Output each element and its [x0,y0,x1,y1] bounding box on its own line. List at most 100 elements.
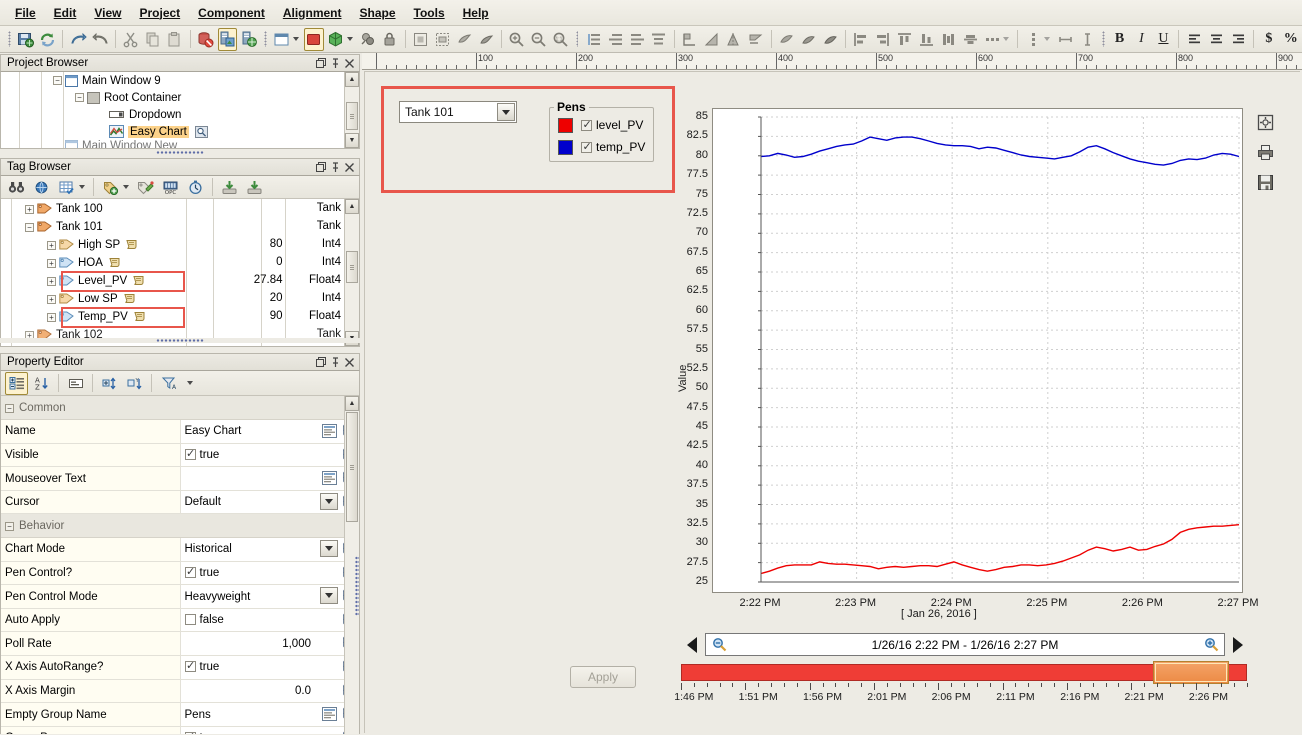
scroll-thumb[interactable] [346,412,358,522]
project-browser-scrollbar[interactable]: ▲ ▼ [344,72,359,148]
rotate-icon[interactable] [680,28,700,51]
tag-table-icon[interactable] [55,176,78,199]
tree-expander[interactable]: − [25,222,34,232]
chevron-down-icon[interactable] [123,185,129,189]
menu-tools[interactable]: Tools [405,3,454,23]
group-collapse-icon[interactable]: − [5,403,14,413]
tree-expander[interactable]: + [47,312,56,322]
project-tree-item[interactable]: − Root Container [1,89,359,106]
sort-alpha-icon[interactable]: AZ [30,372,53,395]
close-icon[interactable] [342,160,356,174]
property-value-cell[interactable]: true [180,561,359,586]
filter-bindings-icon[interactable]: Y [123,372,146,395]
menu-component[interactable]: Component [189,3,274,23]
tree-expander[interactable]: + [47,276,56,286]
pens-list[interactable]: level_PV temp_PV [550,114,653,158]
tree-expander[interactable]: − [75,93,84,102]
scroll-down-arrow[interactable]: ▼ [345,133,359,148]
new-tag-icon[interactable] [99,176,122,199]
export-icon[interactable] [243,176,266,199]
property-value-cell[interactable]: true [180,726,359,734]
restore-icon[interactable] [314,56,328,70]
menu-edit[interactable]: Edit [45,3,86,23]
scroll-up-arrow[interactable]: ▲ [345,199,359,214]
tag-row[interactable]: + High SP 80 Int4 [1,235,343,253]
align-bottom-icon[interactable] [917,28,937,51]
property-dropdown-button[interactable] [320,587,338,605]
property-value-cell[interactable]: true [180,655,359,680]
property-row[interactable]: X Axis AutoRange? true [1,655,359,680]
chevron-down-icon[interactable] [497,103,515,121]
property-group-header[interactable]: − Common [1,396,359,421]
property-checkbox[interactable] [184,447,196,460]
panel-splitter-2[interactable] [0,338,360,343]
menu-alignment[interactable]: Alignment [274,3,351,23]
cut-icon[interactable] [121,28,141,51]
chevron-down-icon[interactable] [187,381,193,385]
gateway-selected-icon[interactable] [217,27,238,51]
underline-icon[interactable]: U [1153,28,1173,51]
zoom-out-icon[interactable] [706,637,732,652]
zoom-in-icon[interactable] [1198,637,1224,652]
arc-icon[interactable] [776,28,796,51]
width-icon[interactable] [1055,28,1075,51]
chevron-down-icon[interactable] [79,185,85,189]
tag-edit-icon[interactable] [134,176,157,199]
align-top-icon[interactable] [895,28,915,51]
filter-icon[interactable]: A [157,372,180,395]
fullscreen-icon[interactable] [1255,112,1275,132]
text-right-icon[interactable] [1228,28,1248,51]
lock-icon[interactable] [380,28,400,51]
tag-row[interactable]: − Tank 101 Tank [1,217,343,235]
toolbar-grip[interactable] [264,31,267,47]
chevron-down-icon[interactable] [1044,37,1051,41]
stop-icon[interactable] [303,27,324,51]
preview-icon[interactable] [358,28,378,51]
categorized-icon[interactable] [5,371,28,395]
property-value-cell[interactable]: 1,000 [180,631,359,657]
tree-expander[interactable]: + [47,294,56,304]
percent-icon[interactable]: % [1281,28,1301,51]
align-left-icon[interactable] [851,28,871,51]
restore-icon[interactable] [314,355,328,369]
toolbar-grip[interactable] [1102,31,1105,47]
distribute-h-icon[interactable] [939,28,959,51]
pin-icon[interactable] [328,355,342,369]
tree-expander[interactable]: + [47,258,56,268]
pen-row[interactable]: level_PV [550,114,653,136]
property-row[interactable]: Visible true [1,443,359,468]
scroll-up-arrow[interactable]: ▲ [345,72,359,87]
time-range-thumb[interactable] [1153,661,1229,684]
toolbar-grip[interactable] [575,31,579,47]
property-checkbox[interactable] [184,659,196,673]
project-tree-item[interactable]: − Main Window 9 [1,72,359,89]
zoom-in-icon[interactable] [507,28,527,51]
close-icon[interactable] [342,355,356,369]
tree-expander[interactable]: − [53,76,62,85]
chevron-down-icon[interactable] [346,37,353,41]
height-icon[interactable] [1077,28,1097,51]
toolbar-grip[interactable] [8,31,11,47]
property-row[interactable]: Auto Apply false [1,608,359,633]
copy-icon[interactable] [143,28,163,51]
group-icon[interactable] [627,28,647,51]
opc-icon[interactable]: OPC [159,176,182,199]
redo-icon[interactable] [90,28,110,51]
prev-arrow-icon[interactable] [687,637,697,653]
menu-shape[interactable]: Shape [351,3,405,23]
menu-help[interactable]: Help [454,3,498,23]
tag-row[interactable]: + Tank 100 Tank [1,199,343,217]
select-all-icon[interactable] [410,28,430,51]
chevron-down-icon[interactable] [1003,37,1010,41]
expression-icon[interactable] [321,705,338,722]
apply-button[interactable]: Apply [570,666,636,688]
center-v-icon[interactable] [961,28,981,51]
property-row[interactable]: Pen Control Mode Heavyweight [1,584,359,609]
print-icon[interactable] [1255,142,1275,162]
panel-splitter-1[interactable] [0,150,360,155]
save-icon[interactable] [1255,172,1275,192]
shape-alt-icon[interactable] [476,28,496,51]
ungroup-icon[interactable] [649,28,669,51]
pin-icon[interactable] [328,160,342,174]
pen-color-swatch[interactable] [558,117,573,133]
